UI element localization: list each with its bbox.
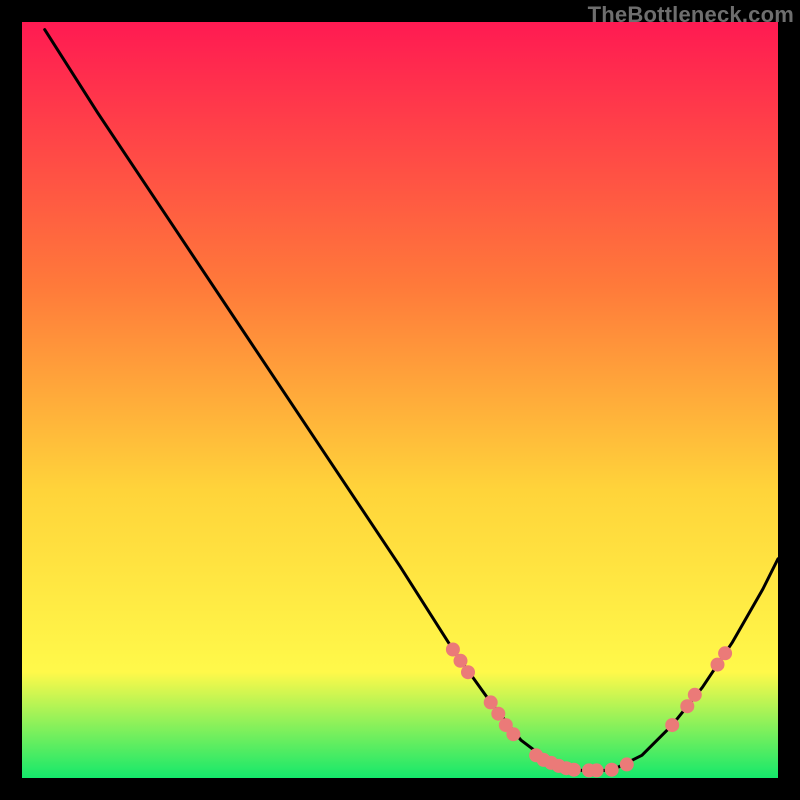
marker-dot — [665, 718, 679, 732]
marker-dot — [688, 688, 702, 702]
marker-dot — [567, 763, 581, 777]
marker-dot — [454, 654, 468, 668]
chart-frame — [22, 22, 778, 778]
marker-dot — [590, 763, 604, 777]
marker-dot — [718, 646, 732, 660]
marker-dot — [620, 757, 634, 771]
marker-dot — [461, 665, 475, 679]
gradient-background — [22, 22, 778, 778]
marker-dot — [605, 763, 619, 777]
watermark-label: TheBottleneck.com — [588, 2, 794, 28]
bottleneck-chart — [22, 22, 778, 778]
marker-dot — [491, 707, 505, 721]
marker-dot — [506, 727, 520, 741]
marker-dot — [680, 699, 694, 713]
